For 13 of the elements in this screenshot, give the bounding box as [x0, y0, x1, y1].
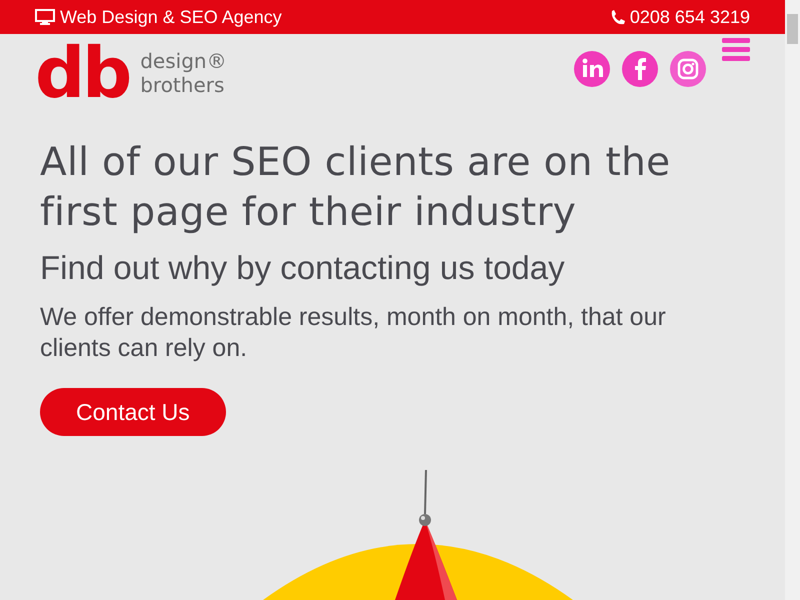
phone-number[interactable]: 0208 654 3219 [630, 6, 750, 28]
monitor-icon [35, 9, 55, 25]
menu-icon[interactable] [722, 38, 750, 62]
hero-heading: All of our SEO clients are on the first page for their industry [40, 139, 672, 237]
tagline: Web Design & SEO Agency [60, 6, 282, 28]
hero-text: We offer demonstrable results, month on month, that our clients can rely on. [40, 302, 667, 364]
facebook-icon[interactable] [622, 51, 658, 87]
linkedin-icon[interactable] [574, 51, 610, 87]
scrollbar[interactable] [785, 0, 800, 600]
phone-icon [610, 10, 625, 24]
instagram-icon[interactable] [670, 51, 706, 87]
contact-button[interactable]: Contact Us [40, 388, 226, 436]
hero-subheading: Find out why by contacting us today [40, 248, 566, 288]
